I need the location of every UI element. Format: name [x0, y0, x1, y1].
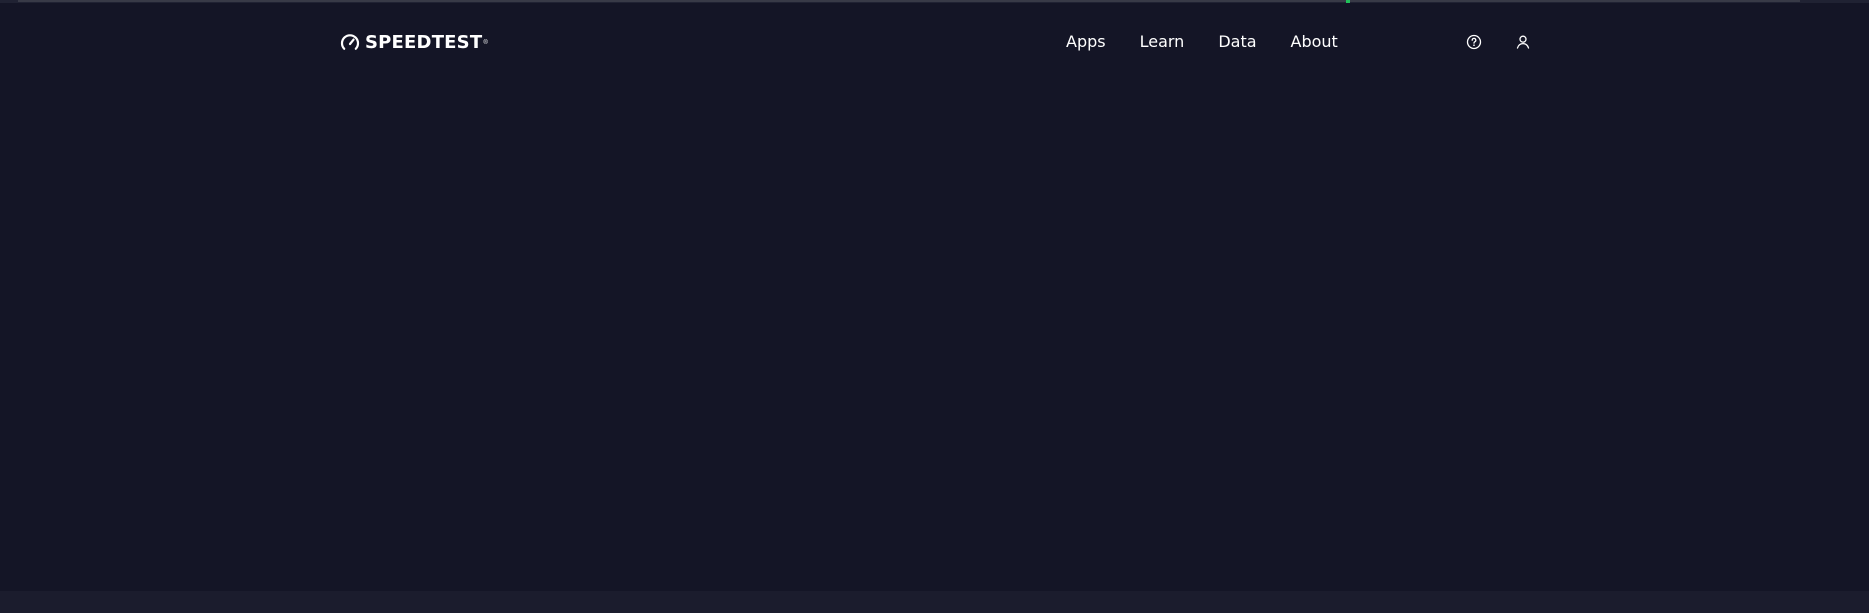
trademark-symbol: ®	[483, 40, 488, 46]
speedometer-icon	[340, 34, 360, 50]
nav-about[interactable]: About	[1291, 31, 1338, 53]
account-button[interactable]	[1512, 31, 1534, 53]
main-content-area	[0, 79, 1869, 591]
lower-page-band	[0, 591, 1869, 613]
site-header: SPEEDTEST ® Apps Learn Data About	[0, 3, 1869, 79]
nav-apps[interactable]: Apps	[1066, 31, 1106, 53]
help-button[interactable]	[1463, 31, 1485, 53]
nav-learn[interactable]: Learn	[1140, 31, 1185, 53]
speedtest-logo-link[interactable]: SPEEDTEST ®	[340, 31, 488, 55]
user-account-icon	[1516, 35, 1530, 49]
logo-text: SPEEDTEST	[365, 32, 483, 53]
main-navigation: Apps Learn Data About	[1066, 31, 1338, 53]
page-load-progress-bar	[18, 0, 1800, 2]
nav-data[interactable]: Data	[1218, 31, 1256, 53]
help-circle-icon	[1466, 34, 1482, 50]
